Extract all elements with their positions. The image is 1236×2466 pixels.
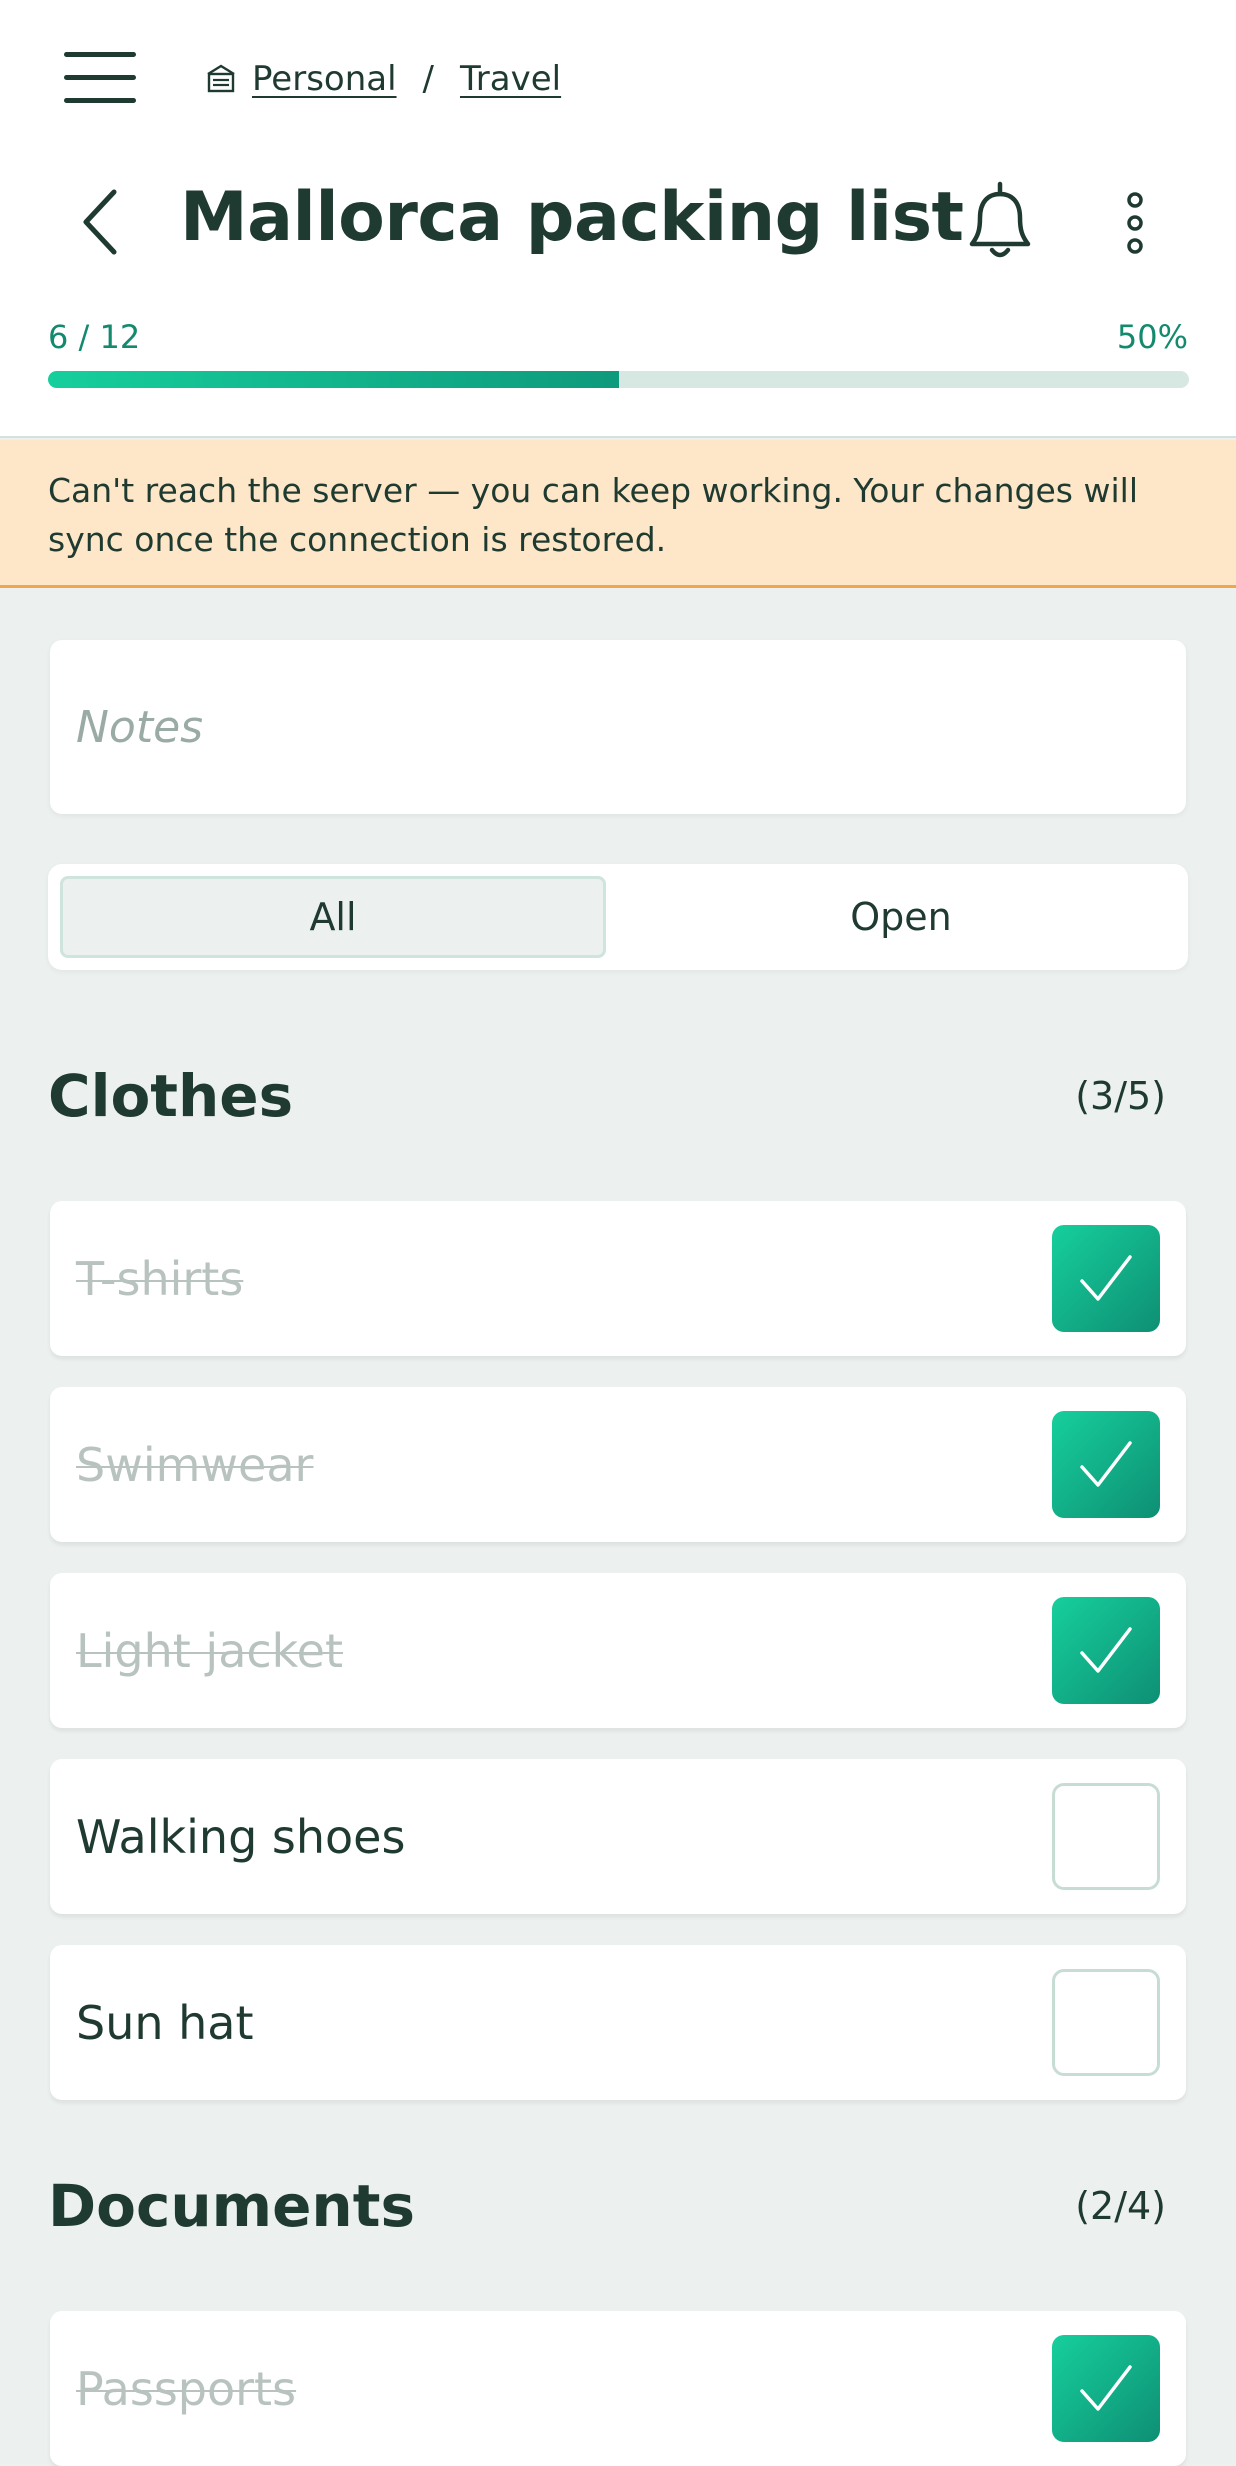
list-item[interactable]: Light jacket [50,1573,1186,1728]
back-arrow-icon[interactable] [76,182,126,262]
notes-input[interactable] [76,701,1160,753]
offline-banner: Can't reach the server — you can keep wo… [0,440,1236,588]
list-item-label: T-shirts [76,1251,244,1306]
section-title-clothes: Clothes [48,1062,294,1130]
item-checkbox[interactable] [1052,1969,1160,2076]
list-item-label: Sun hat [76,1995,254,2050]
list-item[interactable]: Passports [50,2311,1186,2466]
progress-bar-fill [48,371,619,388]
section-count-documents: (2/4) [1075,2184,1166,2228]
section-title-documents: Documents [48,2172,415,2240]
breadcrumb-link-travel[interactable]: Travel [460,59,561,99]
checkmark-icon [1080,1441,1132,1487]
progress-count: 6 / 12 [48,318,141,356]
item-checkbox[interactable] [1052,1597,1160,1704]
bell-icon[interactable] [960,176,1040,266]
item-checkbox[interactable] [1052,1225,1160,1332]
filter-segmented-control: All Open [48,864,1188,970]
checkmark-icon [1080,2365,1132,2411]
offline-banner-text: Can't reach the server — you can keep wo… [48,471,1138,559]
checkmark-icon [1080,1627,1132,1673]
item-checkbox[interactable] [1052,1783,1160,1890]
list-item-label: Light jacket [76,1623,344,1678]
more-options-icon[interactable] [1110,190,1160,260]
item-checkbox[interactable] [1052,2335,1160,2442]
list-item-label: Walking shoes [76,1809,406,1864]
folder-stack-icon [207,64,235,93]
list-item-label: Passports [76,2361,297,2416]
breadcrumb: Personal / Travel [204,54,561,104]
section-count-clothes: (3/5) [1075,1074,1166,1118]
filter-all-button[interactable]: All [60,876,606,958]
filter-open-button[interactable]: Open [628,876,1174,958]
breadcrumb-separator: / [422,59,435,99]
list-item[interactable]: Sun hat [50,1945,1186,2100]
list-item[interactable]: T-shirts [50,1201,1186,1356]
checkmark-icon [1080,1255,1132,1301]
item-checkbox[interactable] [1052,1411,1160,1518]
progress-percent: 50% [1116,318,1188,356]
top-bar: Personal / Travel Mallorca packing list … [0,0,1236,438]
list-item[interactable]: Walking shoes [50,1759,1186,1914]
breadcrumb-link-personal[interactable]: Personal [252,59,397,99]
list-item[interactable]: Swimwear [50,1387,1186,1542]
notes-field-container [50,640,1186,814]
list-item-label: Swimwear [76,1437,314,1492]
page-title: Mallorca packing list [180,178,964,257]
progress-bar [48,371,1189,388]
hamburger-menu-icon[interactable] [62,52,138,104]
